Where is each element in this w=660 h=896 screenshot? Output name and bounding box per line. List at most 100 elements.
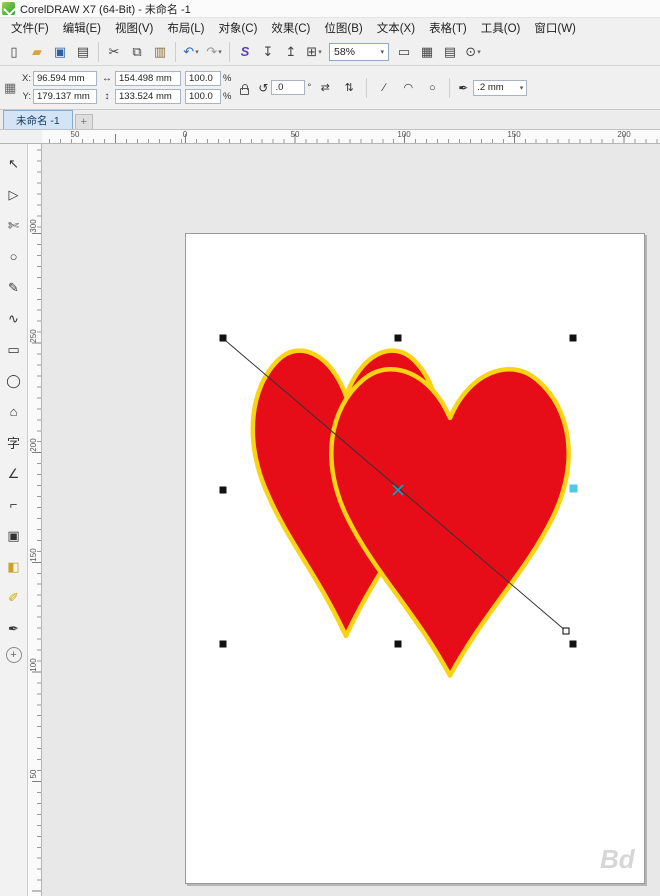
chevron-down-icon: ▾ xyxy=(477,48,481,56)
show-rulers-button[interactable]: ▦ xyxy=(416,41,438,63)
menu-item-file[interactable]: 文件(F) xyxy=(4,18,56,38)
mirror-vertical-button[interactable]: ⇅ xyxy=(339,78,359,98)
menu-item-text[interactable]: 文本(X) xyxy=(370,18,422,38)
rectangle-tool[interactable]: ▭ xyxy=(2,334,26,365)
shape-icon: ▷ xyxy=(9,187,19,203)
mirror-horizontal-button[interactable]: ⇄ xyxy=(315,78,335,98)
mirror-horizontal-icon: ⇄ xyxy=(321,81,330,94)
lock-ratio-button[interactable] xyxy=(235,78,253,98)
scale-horizontal-input[interactable] xyxy=(185,71,221,86)
convert-to-curves-button[interactable]: ○ xyxy=(422,78,442,98)
ruler-label: 100 xyxy=(397,130,410,139)
smart-drawing-tool[interactable]: ∿ xyxy=(2,303,26,334)
object-width-input[interactable] xyxy=(115,71,181,86)
scale-vertical-input[interactable] xyxy=(185,89,221,104)
customize-toolbox-button[interactable]: + xyxy=(6,647,22,663)
menu-item-bitmaps[interactable]: 位图(B) xyxy=(317,18,369,38)
selection-handle-top-left[interactable] xyxy=(220,335,227,342)
show-grid-button[interactable]: ▤ xyxy=(439,41,461,63)
save-button[interactable]: ▣ xyxy=(49,41,71,63)
x-position-input[interactable] xyxy=(33,71,97,86)
selection-handle-bottom-right[interactable] xyxy=(570,641,577,648)
copy-button[interactable]: ⧉ xyxy=(126,41,148,63)
menu-item-effects[interactable]: 效果(C) xyxy=(264,18,317,38)
cut-button[interactable]: ✂ xyxy=(103,41,125,63)
ellipse-tool[interactable]: ◯ xyxy=(2,365,26,396)
line-end-node[interactable] xyxy=(563,628,569,634)
connector-tool[interactable]: ⌐ xyxy=(2,489,26,520)
snap-to-button[interactable]: ⊙▾ xyxy=(462,41,484,63)
scissors-icon: ✂ xyxy=(109,44,120,60)
polygon-tool[interactable]: ⌂ xyxy=(2,396,26,427)
horizontal-ruler[interactable]: 50 0 50 100 150 200 xyxy=(42,130,660,144)
menu-item-table[interactable]: 表格(T) xyxy=(422,18,474,38)
zoom-level-combobox[interactable]: 58% ▾ xyxy=(329,43,389,61)
tab-untitled-1[interactable]: 未命名 -1 xyxy=(3,110,73,129)
selection-handle-top-right[interactable] xyxy=(570,335,577,342)
percent-label: % xyxy=(223,73,231,84)
object-height-input[interactable] xyxy=(115,89,181,104)
dimension-tool[interactable]: ∠ xyxy=(2,458,26,489)
open-button[interactable]: ▰ xyxy=(26,41,48,63)
rotation-angle-input[interactable] xyxy=(271,80,305,95)
chevron-down-icon: ▾ xyxy=(318,48,322,56)
application-launcher-button[interactable]: ⊞▾ xyxy=(303,41,325,63)
ruler-label: 0 xyxy=(183,130,187,139)
new-tab-button[interactable]: + xyxy=(75,114,93,129)
drop-shadow-tool[interactable]: ▣ xyxy=(2,520,26,551)
shape-tool[interactable]: ▷ xyxy=(2,179,26,210)
menu-item-view[interactable]: 视图(V) xyxy=(108,18,160,38)
fill-tool[interactable]: ◧ xyxy=(2,551,26,582)
import-button[interactable]: ↧ xyxy=(257,41,279,63)
fullscreen-preview-button[interactable]: ▭ xyxy=(393,41,415,63)
title-bar: CorelDRAW X7 (64-Bit) - 未命名 -1 xyxy=(0,0,660,18)
slant-icon: ∕ xyxy=(383,82,385,94)
selection-handle-bottom-middle[interactable] xyxy=(395,641,402,648)
outline-width-combobox[interactable]: .2 mm ▾ xyxy=(473,80,527,96)
rectangle-icon: ▭ xyxy=(7,342,19,358)
percent-label: % xyxy=(223,91,231,102)
menu-item-window[interactable]: 窗口(W) xyxy=(527,18,583,38)
snap-icon: ⊙ xyxy=(465,44,476,60)
fill-icon: ◧ xyxy=(7,559,19,575)
outline-pen-tool[interactable]: ✒ xyxy=(2,613,26,644)
menu-item-edit[interactable]: 编辑(E) xyxy=(56,18,108,38)
selection-handle-middle-right[interactable] xyxy=(570,485,578,493)
eyedropper-icon: ✐ xyxy=(8,590,19,606)
export-button[interactable]: ↥ xyxy=(280,41,302,63)
open-folder-icon: ▰ xyxy=(32,44,42,60)
selection-handle-middle-left[interactable] xyxy=(220,487,227,494)
redo-button[interactable]: ↷▾ xyxy=(203,41,225,63)
toolbar-separator xyxy=(229,42,230,62)
slant-button[interactable]: ∕ xyxy=(374,78,394,98)
crop-icon: ✄ xyxy=(8,218,19,234)
menu-item-tools[interactable]: 工具(O) xyxy=(474,18,528,38)
ruler-label: 100 xyxy=(28,655,40,675)
crop-tool[interactable]: ✄ xyxy=(2,210,26,241)
eyedropper-tool[interactable]: ✐ xyxy=(2,582,26,613)
pick-tool[interactable]: ↖ xyxy=(2,148,26,179)
undo-button[interactable]: ↶▾ xyxy=(180,41,202,63)
ruler-label: 250 xyxy=(28,326,40,346)
freehand-tool[interactable]: ✎ xyxy=(2,272,26,303)
ruler-label: 300 xyxy=(28,216,40,236)
round-corner-button[interactable]: ◠ xyxy=(398,78,418,98)
y-position-input[interactable] xyxy=(33,89,97,104)
zoom-tool[interactable]: ○ xyxy=(2,241,26,272)
canvas-area[interactable]: Bd xyxy=(42,144,660,896)
y-position-label: Y: xyxy=(20,91,31,102)
print-button[interactable]: ▤ xyxy=(72,41,94,63)
text-icon: 字 xyxy=(7,433,20,452)
new-document-button[interactable]: ▯ xyxy=(3,41,25,63)
selection-handle-top-middle[interactable] xyxy=(395,335,402,342)
undo-icon: ↶ xyxy=(183,44,194,60)
selection-handle-bottom-left[interactable] xyxy=(220,641,227,648)
menu-item-layout[interactable]: 布局(L) xyxy=(160,18,211,38)
magnifier-icon: ○ xyxy=(10,249,18,264)
heart-shape-front[interactable] xyxy=(331,369,568,675)
paste-button[interactable]: ▥ xyxy=(149,41,171,63)
connect-button[interactable]: S xyxy=(234,41,256,63)
vertical-ruler[interactable]: 300 250 200 150 100 50 xyxy=(28,144,42,896)
text-tool[interactable]: 字 xyxy=(2,427,26,458)
menu-item-object[interactable]: 对象(C) xyxy=(211,18,264,38)
